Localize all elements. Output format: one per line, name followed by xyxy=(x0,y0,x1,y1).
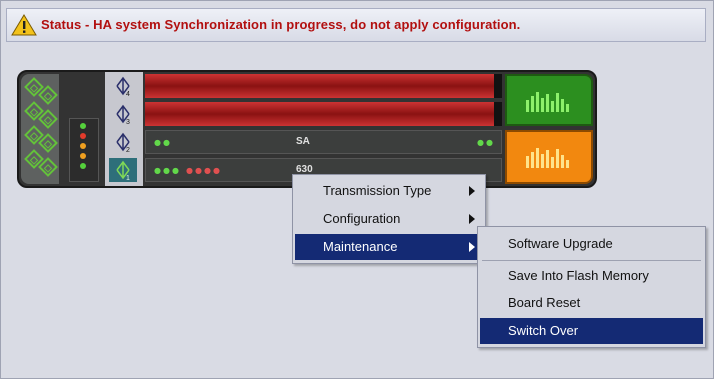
port-number: 2 xyxy=(126,147,130,154)
menu-item-label: Software Upgrade xyxy=(508,236,613,251)
link-led: ●●●● xyxy=(186,166,222,175)
status-led xyxy=(80,153,86,159)
status-led xyxy=(80,123,86,129)
status-led xyxy=(80,133,86,139)
port-icon[interactable]: 2 xyxy=(109,130,137,154)
menu-item-configuration[interactable]: Configuration xyxy=(295,206,483,232)
link-led: ●●● xyxy=(154,166,181,175)
bar-graph-icon xyxy=(526,92,569,112)
port-number: 1 xyxy=(126,175,130,182)
port-icon[interactable]: 3 xyxy=(109,102,137,126)
status-tile-ok[interactable] xyxy=(505,74,593,126)
menu-item-save-into-flash[interactable]: Save Into Flash Memory xyxy=(480,263,703,289)
menu-item-label: Transmission Type xyxy=(323,183,432,198)
module-row[interactable]: ●● SA ●● xyxy=(145,130,502,154)
module-label: SA xyxy=(296,136,310,147)
bar-graph-icon xyxy=(526,148,569,168)
submenu-arrow-icon xyxy=(469,214,475,224)
module-row-faulted[interactable] xyxy=(145,74,502,98)
warning-icon xyxy=(11,14,37,36)
menu-separator xyxy=(482,260,701,261)
status-message: Status - HA system Synchronization in pr… xyxy=(41,17,521,32)
device-chassis[interactable]: 4 3 2 1 ●● SA ●● ●●● ●●●● 630 xyxy=(17,70,597,188)
port-column: 4 3 2 1 xyxy=(105,72,143,186)
port-icon[interactable]: 1 xyxy=(109,158,137,182)
status-led xyxy=(80,143,86,149)
status-bar: Status - HA system Synchronization in pr… xyxy=(6,8,706,42)
link-led: ●● xyxy=(154,138,172,147)
menu-item-software-upgrade[interactable]: Software Upgrade xyxy=(480,231,703,257)
status-tile-warning[interactable] xyxy=(505,130,593,184)
status-led xyxy=(80,163,86,169)
module-row-faulted[interactable] xyxy=(145,102,502,126)
port-number: 4 xyxy=(126,91,130,98)
fan-module[interactable] xyxy=(21,74,59,184)
maintenance-submenu: Software Upgrade Save Into Flash Memory … xyxy=(477,226,706,348)
context-menu: Transmission Type Configuration Maintena… xyxy=(292,174,486,264)
menu-item-label: Maintenance xyxy=(323,239,398,254)
menu-item-label: Save Into Flash Memory xyxy=(508,268,649,283)
port-number: 3 xyxy=(126,119,130,126)
menu-item-transmission-type[interactable]: Transmission Type xyxy=(295,178,483,204)
status-led-panel xyxy=(69,118,99,182)
menu-item-switch-over[interactable]: Switch Over xyxy=(480,318,703,344)
menu-item-label: Board Reset xyxy=(508,295,581,310)
menu-item-label: Configuration xyxy=(323,211,401,226)
menu-item-maintenance[interactable]: Maintenance xyxy=(295,234,483,260)
link-led: ●● xyxy=(477,138,495,147)
menu-item-label: Switch Over xyxy=(508,323,579,338)
port-icon[interactable]: 4 xyxy=(109,74,137,98)
menu-item-board-reset[interactable]: Board Reset xyxy=(480,290,703,316)
submenu-arrow-icon xyxy=(469,242,475,252)
submenu-arrow-icon xyxy=(469,186,475,196)
